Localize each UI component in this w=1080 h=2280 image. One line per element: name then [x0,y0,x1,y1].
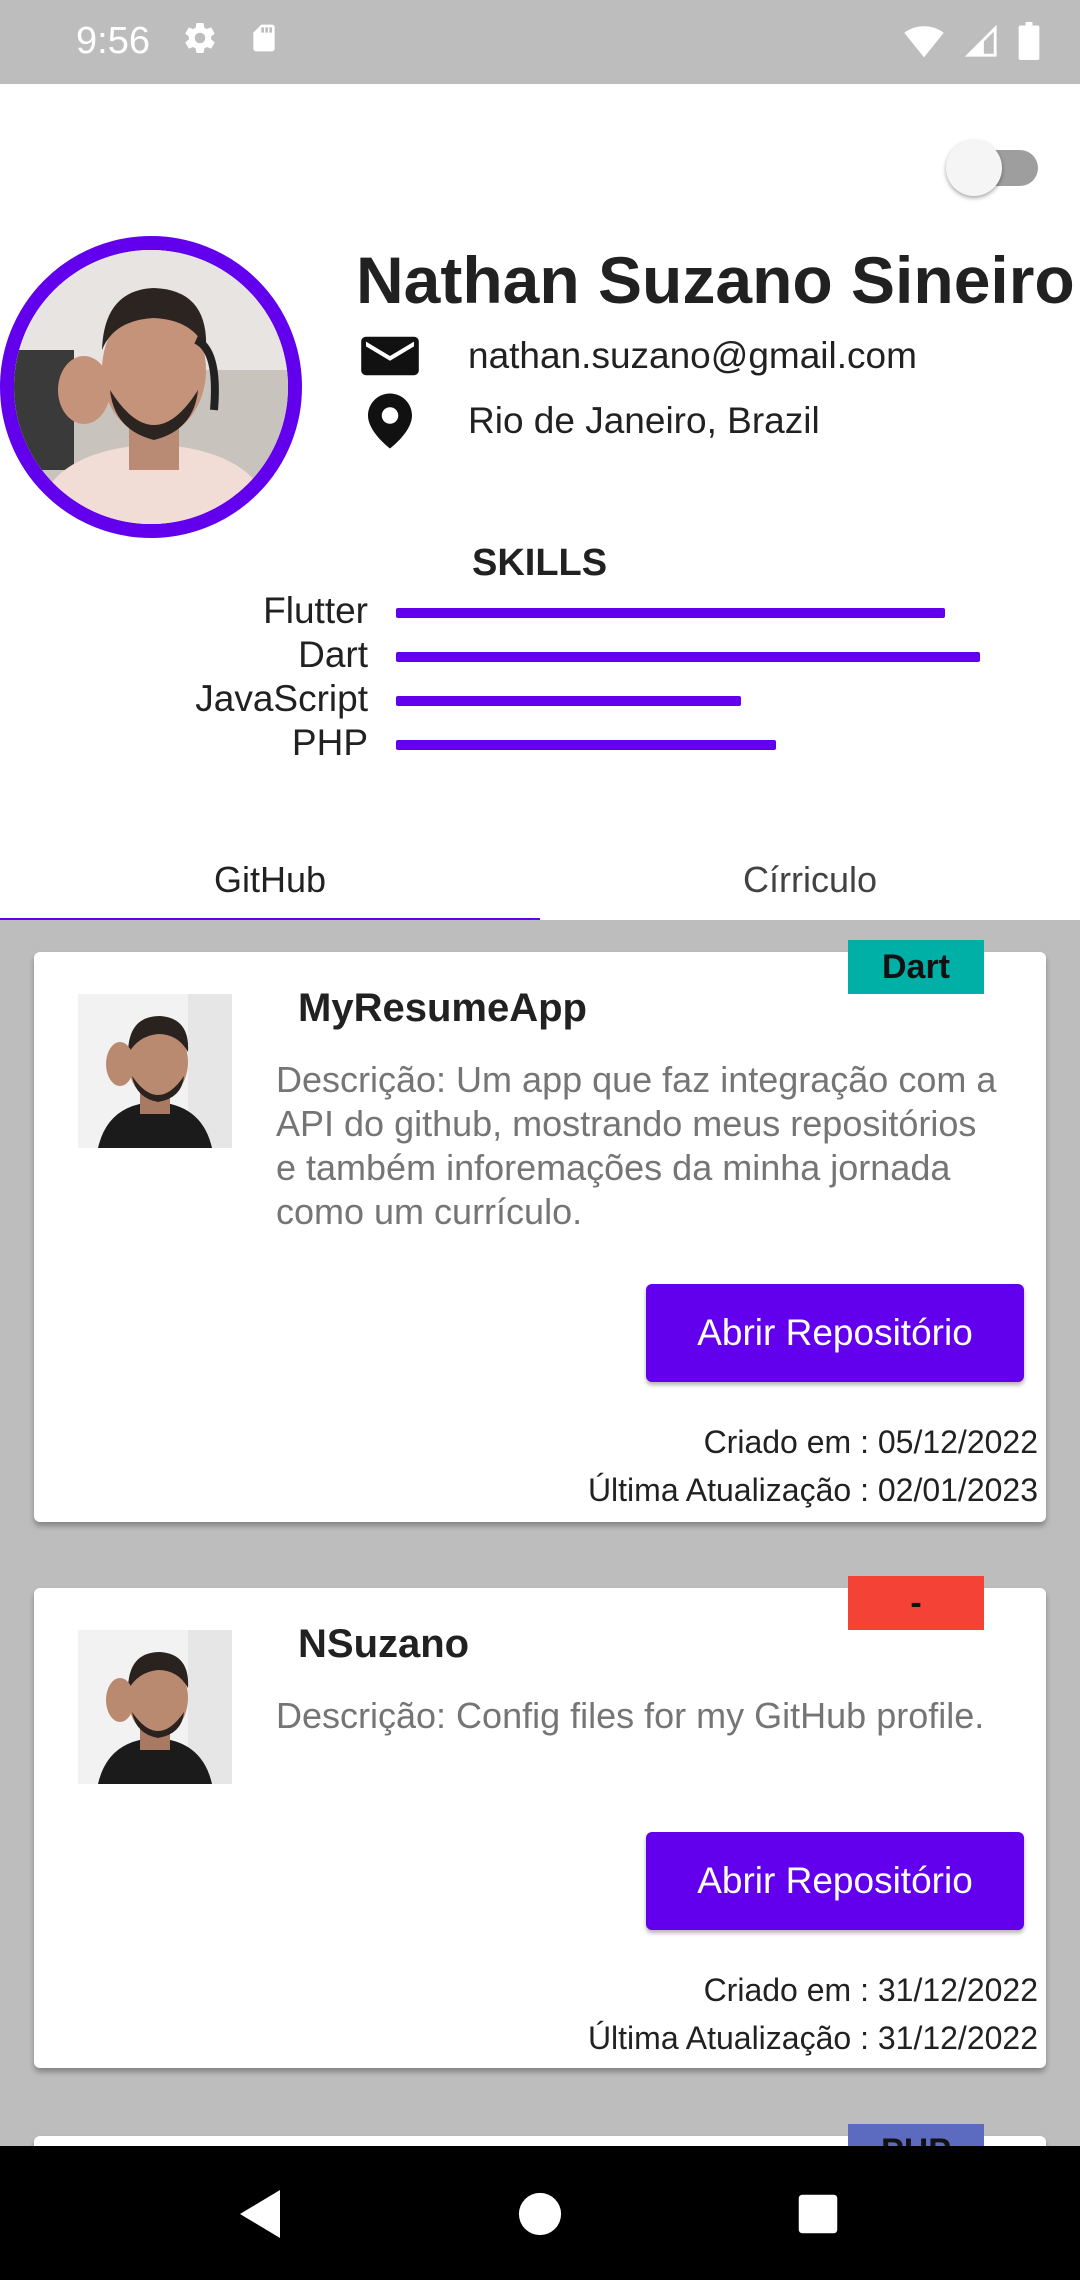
repo-avatar [78,1630,232,1784]
repo-description: Descrição: Config files for my GitHub pr… [276,1695,985,1736]
recents-icon[interactable] [788,2184,848,2244]
skill-label: PHP [291,722,368,763]
open-repository-button[interactable]: Abrir Repositório [646,1832,1024,1930]
wifi-icon [904,23,944,64]
repo-description: Descrição: Um app que faz integração com… [276,1059,997,1232]
skill-label: Dart [298,634,368,675]
location-row: Rio de Janeiro, Brazil [356,387,820,455]
profile-name: Nathan Suzano Sineiro [356,243,1075,317]
tab-bar: GitHub Círriculo [0,840,1080,924]
tab-curriculo[interactable]: Círriculo [540,840,1080,920]
email-icon [356,322,424,390]
sd-card-icon [248,20,280,61]
location-pin-icon [356,387,424,455]
open-repository-button[interactable]: Abrir Repositório [646,1284,1024,1382]
skill-bar [396,608,945,618]
email-row: nathan.suzano@gmail.com [356,322,917,390]
email-text: nathan.suzano@gmail.com [468,335,917,376]
updated-date: Última Atualização : 02/01/2023 [587,1472,1038,1508]
tab-github[interactable]: GitHub [0,840,540,920]
language-badge: - [848,1576,984,1630]
skill-row-php: PHP [0,722,1080,766]
toggle-thumb [946,140,1002,196]
battery-icon [1018,22,1040,65]
repo-title: MyResumeApp [298,986,587,1030]
profile-header: Nathan Suzano Sineiro nathan.suzano@gmai… [0,84,1080,924]
skill-bar [396,696,741,706]
skill-row-dart: Dart [0,634,1080,678]
skill-row-javascript: JavaScript [0,678,1080,722]
skill-bar [396,740,776,750]
profile-avatar [0,236,302,538]
created-date: Criado em : 05/12/2022 [703,1424,1038,1460]
skill-bar [396,652,980,662]
home-icon[interactable] [510,2184,570,2244]
repo-title: NSuzano [298,1622,470,1666]
repo-list[interactable]: Dart MyResumeApp Descrição: Um app que f… [0,920,1080,2146]
language-badge: PHP [848,2124,984,2146]
created-date: Criado em : 31/12/2022 [703,1972,1038,2008]
skill-label: JavaScript [195,678,368,719]
repo-card: Dart MyResumeApp Descrição: Um app que f… [34,940,1046,1522]
location-text: Rio de Janeiro, Brazil [468,400,820,441]
skill-label: Flutter [263,590,368,631]
status-bar: 9:56 [0,0,1080,84]
updated-date: Última Atualização : 31/12/2022 [587,2020,1038,2056]
back-icon[interactable] [230,2184,290,2244]
repo-card: - NSuzano Descrição: Config files for my… [34,1576,1046,2068]
repo-avatar [78,994,232,1148]
cell-signal-icon [964,23,998,64]
skills-title: SKILLS [472,542,608,584]
language-badge: Dart [848,940,984,994]
settings-icon [182,20,218,61]
skill-row-flutter: Flutter [0,590,1080,634]
navigation-bar [0,2146,1080,2280]
theme-toggle[interactable] [946,132,1046,196]
repo-card: PHP [34,2124,1046,2146]
status-time: 9:56 [76,20,150,62]
